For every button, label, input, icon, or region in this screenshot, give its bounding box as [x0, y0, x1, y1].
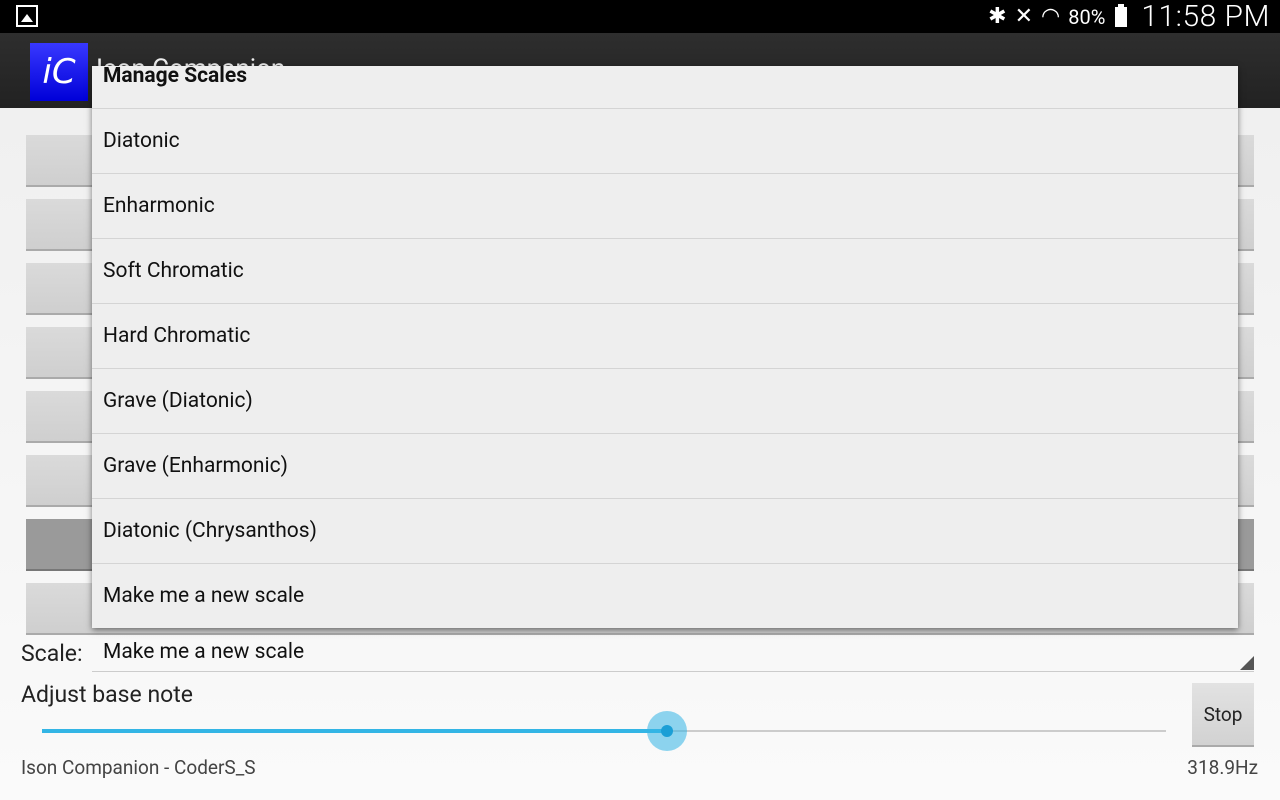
mute-icon: ✕ — [1014, 4, 1034, 29]
scale-label: Scale: — [21, 640, 83, 667]
battery-percent: 80% — [1068, 4, 1106, 29]
dropdown-item-label: Grave (Diatonic) — [103, 389, 253, 413]
manage-scales-dropdown: Manage Scales Diatonic Enharmonic Soft C… — [92, 66, 1238, 628]
slider-thumb-dot — [660, 725, 673, 737]
status-bar: ✱ ✕ ◠ 80% 11:58 PM — [0, 0, 1280, 34]
dropdown-item-label: Soft Chromatic — [103, 259, 244, 283]
app-icon[interactable]: iC — [30, 43, 88, 101]
dropdown-item-grave-enharmonic[interactable]: Grave (Enharmonic) — [92, 434, 1238, 499]
base-note-slider[interactable] — [42, 711, 1166, 751]
adjust-base-note-label: Adjust base note — [21, 681, 193, 708]
wifi-icon: ◠ — [1041, 4, 1061, 29]
dropdown-item-soft-chromatic[interactable]: Soft Chromatic — [92, 239, 1238, 304]
clock: 11:58 PM — [1141, 0, 1270, 34]
dropdown-item-label: Grave (Enharmonic) — [103, 454, 288, 478]
dropdown-header-label: Manage Scales — [103, 66, 247, 88]
spinner-arrow-icon — [1240, 656, 1254, 670]
dropdown-item-diatonic-chrysanthos[interactable]: Diatonic (Chrysanthos) — [92, 499, 1238, 564]
stop-button[interactable]: Stop — [1192, 683, 1254, 747]
dropdown-item-label: Hard Chromatic — [103, 324, 251, 348]
battery-icon — [1115, 3, 1128, 27]
dropdown-item-grave-diatonic[interactable]: Grave (Diatonic) — [92, 369, 1238, 434]
dropdown-item-make-new-scale[interactable]: Make me a new scale — [92, 564, 1238, 628]
footer-credit: Ison Companion - CoderS_S — [21, 756, 256, 779]
dropdown-item-hard-chromatic[interactable]: Hard Chromatic — [92, 304, 1238, 369]
dropdown-item-diatonic[interactable]: Diatonic — [92, 109, 1238, 174]
dropdown-item-label: Diatonic — [103, 129, 180, 153]
frequency-readout: 318.9Hz — [1187, 756, 1258, 779]
dropdown-item-label: Enharmonic — [103, 194, 215, 218]
slider-fill — [42, 729, 667, 733]
gallery-icon — [16, 5, 38, 27]
slider-thumb[interactable] — [646, 711, 687, 751]
scale-spinner-value: Make me a new scale — [103, 640, 305, 664]
scale-spinner[interactable]: Make me a new scale — [92, 635, 1254, 672]
dropdown-item-label: Diatonic (Chrysanthos) — [103, 519, 317, 543]
dropdown-item-label: Make me a new scale — [103, 584, 305, 608]
bluetooth-icon: ✱ — [988, 4, 1007, 29]
dropdown-header[interactable]: Manage Scales — [92, 66, 1238, 109]
dropdown-item-enharmonic[interactable]: Enharmonic — [92, 174, 1238, 239]
status-icons: ✱ ✕ ◠ 80% 11:58 PM — [988, 0, 1270, 34]
